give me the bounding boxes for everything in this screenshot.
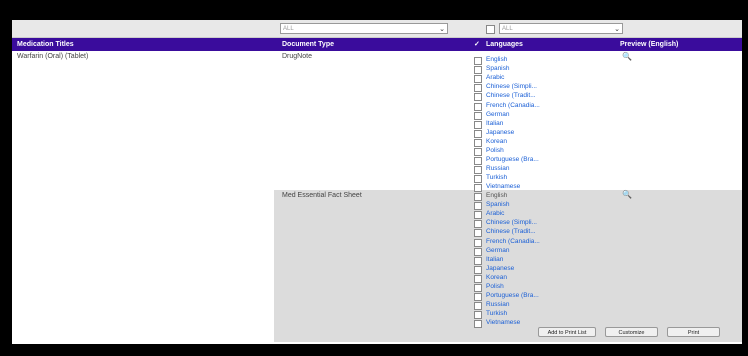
language-link[interactable]: Chinese (Simpli...	[486, 83, 537, 91]
language-link[interactable]: Polish	[486, 283, 504, 291]
magnifier-icon[interactable]: 🔍	[622, 52, 632, 61]
language-checkbox[interactable]	[474, 57, 482, 65]
language-link[interactable]: Chinese (Tradit...	[486, 92, 536, 100]
header-document-type: Document Type	[282, 41, 334, 48]
magnifier-icon[interactable]: 🔍	[622, 190, 632, 199]
chevron-down-icon: ⌄	[439, 26, 445, 33]
language-link[interactable]: Spanish	[486, 65, 510, 73]
language-link[interactable]: Portuguese (Bra...	[486, 156, 539, 164]
language-link[interactable]: Italian	[486, 120, 503, 128]
filter-bar: ALL ⌄ ALL ⌄	[12, 20, 742, 38]
language-checkbox[interactable]	[474, 84, 482, 93]
language-link[interactable]: Russian	[486, 301, 509, 309]
select-all-checkbox[interactable]	[486, 25, 495, 34]
language-link[interactable]: Russian	[486, 165, 509, 173]
language-checkbox[interactable]	[474, 111, 482, 120]
header-languages: Languages	[486, 41, 523, 48]
header-check: ✓	[474, 41, 480, 48]
language-link[interactable]: Japanese	[486, 265, 514, 273]
language-link[interactable]: Portuguese (Bra...	[486, 292, 539, 300]
language-link[interactable]: Vietnamese	[486, 183, 520, 191]
language-link[interactable]: French (Canadia...	[486, 238, 540, 246]
customize-button[interactable]: Customize	[605, 327, 658, 337]
doc-type-filter-select[interactable]: ALL ⌄	[280, 23, 448, 34]
language-filter-select[interactable]: ALL ⌄	[499, 23, 623, 34]
language-link[interactable]: English	[486, 192, 507, 200]
language-checkbox[interactable]	[474, 265, 482, 274]
language-link[interactable]: English	[486, 56, 507, 64]
language-checkbox[interactable]	[474, 129, 482, 138]
language-checkbox[interactable]	[474, 184, 482, 193]
language-checkbox[interactable]	[474, 302, 482, 311]
language-link[interactable]: Italian	[486, 256, 503, 264]
language-checkbox[interactable]	[474, 274, 482, 283]
chevron-down-icon: ⌄	[614, 26, 620, 33]
language-checkbox[interactable]	[474, 311, 482, 320]
document-type-label: Med Essential Fact Sheet	[282, 192, 362, 199]
language-checkbox[interactable]	[474, 75, 482, 84]
language-checkbox[interactable]	[474, 102, 482, 111]
language-link[interactable]: Korean	[486, 274, 507, 282]
language-checkbox[interactable]	[474, 120, 482, 129]
language-checkbox[interactable]	[474, 175, 482, 184]
language-link[interactable]: Vietnamese	[486, 319, 520, 327]
language-link[interactable]: German	[486, 247, 509, 255]
language-checkbox[interactable]	[474, 320, 482, 329]
language-checkbox[interactable]	[474, 247, 482, 256]
language-checkbox[interactable]	[474, 229, 482, 238]
medication-title: Warfarin (Oral) (Tablet)	[17, 53, 89, 60]
language-checkbox[interactable]	[474, 293, 482, 302]
language-checkbox[interactable]	[474, 138, 482, 147]
language-link[interactable]: Chinese (Simpli...	[486, 219, 537, 227]
language-checkbox[interactable]	[474, 148, 482, 156]
add-to-print-list-button[interactable]: Add to Print List	[538, 327, 596, 337]
header-medication-titles: Medication Titles	[17, 41, 74, 48]
language-link[interactable]: Spanish	[486, 201, 510, 209]
language-link[interactable]: German	[486, 111, 509, 119]
language-checkbox[interactable]	[474, 93, 482, 102]
language-link[interactable]: Polish	[486, 147, 504, 155]
table-header: Medication Titles Document Type ✓ Langua…	[12, 38, 742, 51]
language-checkbox[interactable]	[474, 284, 482, 292]
header-preview-english: Preview (English)	[620, 41, 679, 48]
language-link[interactable]: French (Canadia...	[486, 102, 540, 110]
language-link[interactable]: Japanese	[486, 129, 514, 137]
print-button[interactable]: Print	[667, 327, 720, 337]
language-checkbox[interactable]	[474, 202, 482, 211]
language-link[interactable]: Arabic	[486, 210, 504, 218]
language-link[interactable]: Chinese (Tradit...	[486, 228, 536, 236]
language-link[interactable]: Korean	[486, 138, 507, 146]
language-checkbox[interactable]	[474, 193, 482, 201]
doc-type-filter-value: ALL	[283, 26, 294, 32]
language-checkbox[interactable]	[474, 256, 482, 265]
language-checkbox[interactable]	[474, 238, 482, 247]
language-checkbox[interactable]	[474, 166, 482, 175]
language-link[interactable]: Turkish	[486, 310, 507, 318]
language-link[interactable]: Turkish	[486, 174, 507, 182]
language-checkbox[interactable]	[474, 66, 482, 75]
language-link[interactable]: Arabic	[486, 74, 504, 82]
language-checkbox[interactable]	[474, 211, 482, 220]
document-type-label: DrugNote	[282, 53, 312, 60]
language-checkbox[interactable]	[474, 157, 482, 166]
medication-documents-panel: ALL ⌄ ALL ⌄ Medication Titles Document T…	[12, 20, 742, 344]
language-checkbox[interactable]	[474, 220, 482, 229]
language-filter-value: ALL	[502, 26, 513, 32]
